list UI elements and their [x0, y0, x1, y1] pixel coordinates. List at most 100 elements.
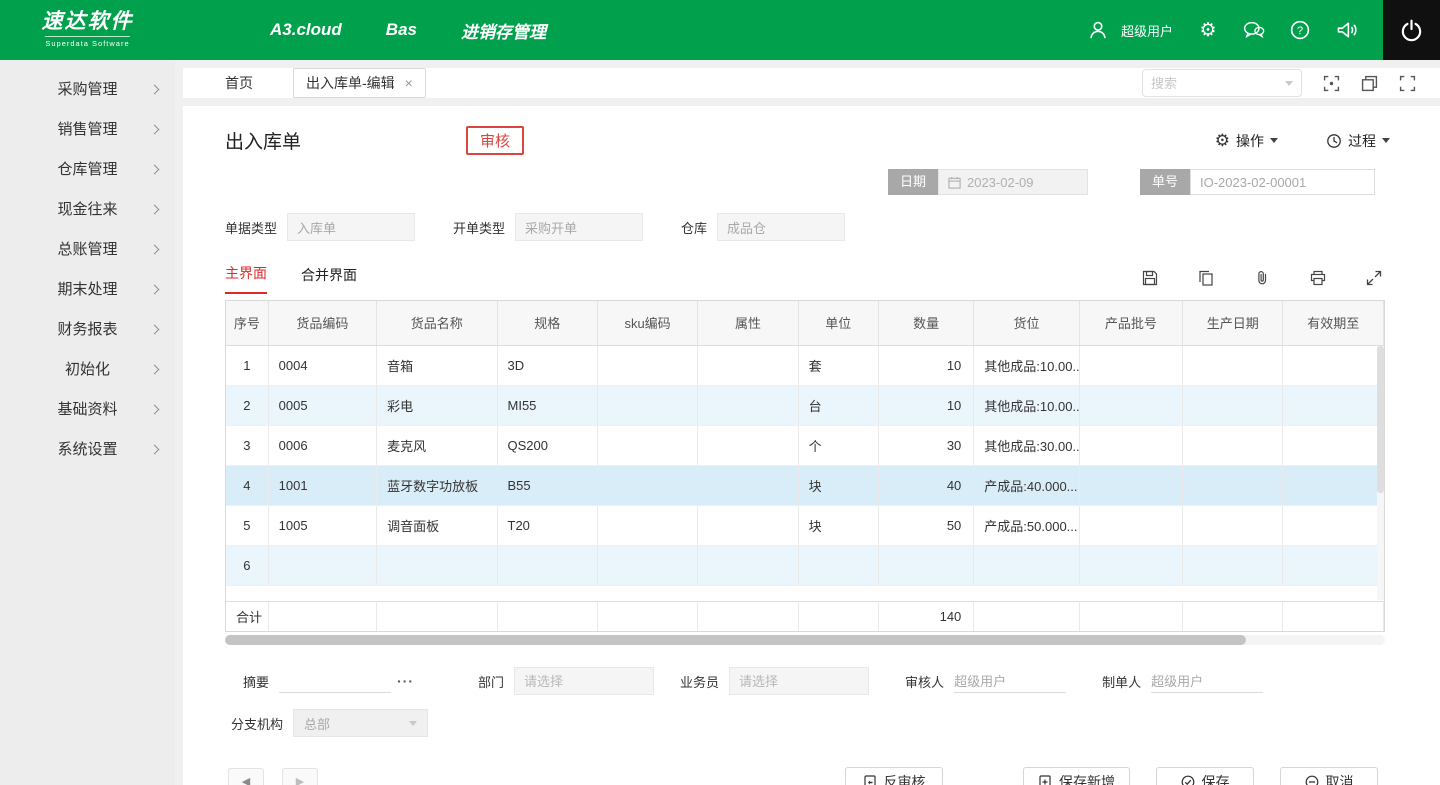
table-cell[interactable]: 台: [798, 385, 878, 425]
table-cell[interactable]: 块: [798, 505, 878, 545]
copy-rows-icon[interactable]: [1198, 270, 1214, 286]
actions-menu[interactable]: ⚙ 操作: [1215, 131, 1278, 151]
table-cell[interactable]: [1183, 545, 1283, 585]
table-cell[interactable]: 1001: [268, 465, 376, 505]
table-cell[interactable]: 10: [878, 345, 973, 385]
table-cell[interactable]: [1183, 465, 1283, 505]
table-cell[interactable]: [1183, 385, 1283, 425]
column-header[interactable]: 产品批号: [1079, 301, 1182, 345]
save-new-button[interactable]: 保存新增: [1023, 767, 1130, 785]
branch-select[interactable]: 总部: [293, 709, 428, 737]
column-header[interactable]: 规格: [497, 301, 597, 345]
table-cell[interactable]: [698, 425, 798, 465]
table-cell[interactable]: 调音面板: [377, 505, 497, 545]
horizontal-scrollbar[interactable]: [225, 635, 1385, 645]
table-cell[interactable]: [1283, 465, 1384, 505]
table-cell[interactable]: [1079, 505, 1182, 545]
column-header[interactable]: 单位: [798, 301, 878, 345]
summary-more-button[interactable]: ···: [397, 673, 414, 689]
table-cell[interactable]: [1183, 505, 1283, 545]
table-cell[interactable]: [1283, 545, 1384, 585]
table-cell[interactable]: [497, 545, 597, 585]
nav-module[interactable]: 进销存管理: [461, 18, 546, 43]
table-cell[interactable]: MI55: [497, 385, 597, 425]
sidebar-item-10[interactable]: 系统设置: [0, 430, 175, 470]
table-cell[interactable]: [1079, 465, 1182, 505]
table-cell[interactable]: 产成品:40.000...: [974, 465, 1079, 505]
column-header[interactable]: 货品编码: [268, 301, 376, 345]
sidebar-item-8[interactable]: 初始化: [0, 350, 175, 390]
unaudit-button[interactable]: 反审核: [845, 767, 943, 785]
attachment-icon[interactable]: [1254, 270, 1270, 286]
warehouse-input[interactable]: [717, 213, 845, 241]
table-row[interactable]: 6: [226, 545, 1384, 585]
announcement-icon[interactable]: [1335, 19, 1357, 41]
date-input[interactable]: 2023-02-09: [938, 169, 1088, 195]
table-cell[interactable]: 音箱: [377, 345, 497, 385]
process-menu[interactable]: 过程: [1326, 131, 1390, 151]
table-cell[interactable]: 1: [226, 345, 268, 385]
vertical-scroll-thumb[interactable]: [1377, 346, 1384, 493]
table-cell[interactable]: [1283, 345, 1384, 385]
table-cell[interactable]: 50: [878, 505, 973, 545]
logout-button[interactable]: [1383, 0, 1440, 60]
table-cell[interactable]: [698, 345, 798, 385]
table-cell[interactable]: [1079, 425, 1182, 465]
doc-type-input[interactable]: [287, 213, 415, 241]
locate-icon[interactable]: [1322, 74, 1340, 92]
horizontal-scroll-thumb[interactable]: [225, 635, 1246, 645]
table-cell[interactable]: [1283, 385, 1384, 425]
table-cell[interactable]: 其他成品:10.00...: [974, 345, 1079, 385]
save-button[interactable]: 保存: [1156, 767, 1254, 785]
table-cell[interactable]: 麦克风: [377, 425, 497, 465]
docno-input[interactable]: IO-2023-02-00001: [1190, 169, 1375, 195]
tab-main-view[interactable]: 主界面: [225, 263, 267, 294]
vertical-scrollbar[interactable]: [1377, 346, 1384, 600]
table-cell[interactable]: [698, 545, 798, 585]
table-cell[interactable]: [974, 545, 1079, 585]
sidebar-item-3[interactable]: 仓库管理: [0, 150, 175, 190]
fullscreen-icon[interactable]: [1398, 74, 1416, 92]
table-cell[interactable]: [1079, 545, 1182, 585]
table-cell[interactable]: 彩电: [377, 385, 497, 425]
table-cell[interactable]: B55: [497, 465, 597, 505]
table-cell[interactable]: [1079, 345, 1182, 385]
tab-home[interactable]: 首页: [225, 73, 253, 93]
table-cell[interactable]: [1079, 385, 1182, 425]
table-cell[interactable]: 1005: [268, 505, 376, 545]
table-cell[interactable]: 个: [798, 425, 878, 465]
column-header[interactable]: 序号: [226, 301, 268, 345]
order-type-input[interactable]: [515, 213, 643, 241]
table-cell[interactable]: [597, 385, 697, 425]
sidebar-item-1[interactable]: 采购管理: [0, 70, 175, 110]
creator-input[interactable]: [1151, 669, 1263, 693]
table-cell[interactable]: [878, 545, 973, 585]
nav-edition[interactable]: Bas: [386, 20, 417, 40]
table-cell[interactable]: QS200: [497, 425, 597, 465]
table-cell[interactable]: 块: [798, 465, 878, 505]
column-header[interactable]: 货位: [974, 301, 1079, 345]
table-cell[interactable]: [268, 545, 376, 585]
username[interactable]: 超级用户: [1121, 21, 1173, 40]
table-cell[interactable]: [597, 505, 697, 545]
table-cell[interactable]: [798, 545, 878, 585]
column-header[interactable]: 有效期至: [1283, 301, 1384, 345]
table-cell[interactable]: [1283, 425, 1384, 465]
user-icon[interactable]: [1087, 19, 1109, 41]
table-cell[interactable]: [597, 465, 697, 505]
table-cell[interactable]: 3D: [497, 345, 597, 385]
table-row[interactable]: 10004音箱3D套10其他成品:10.00...: [226, 345, 1384, 385]
search-box[interactable]: [1142, 69, 1302, 97]
table-cell[interactable]: 10: [878, 385, 973, 425]
sidebar-item-9[interactable]: 基础资料: [0, 390, 175, 430]
table-cell[interactable]: 6: [226, 545, 268, 585]
help-icon[interactable]: ?: [1289, 19, 1311, 41]
sidebar-item-5[interactable]: 总账管理: [0, 230, 175, 270]
column-header[interactable]: sku编码: [597, 301, 697, 345]
sidebar-item-7[interactable]: 财务报表: [0, 310, 175, 350]
table-cell[interactable]: 30: [878, 425, 973, 465]
table-cell[interactable]: 0004: [268, 345, 376, 385]
table-cell[interactable]: [1183, 425, 1283, 465]
sidebar-item-6[interactable]: 期末处理: [0, 270, 175, 310]
table-row[interactable]: 20005彩电MI55台10其他成品:10.00...: [226, 385, 1384, 425]
